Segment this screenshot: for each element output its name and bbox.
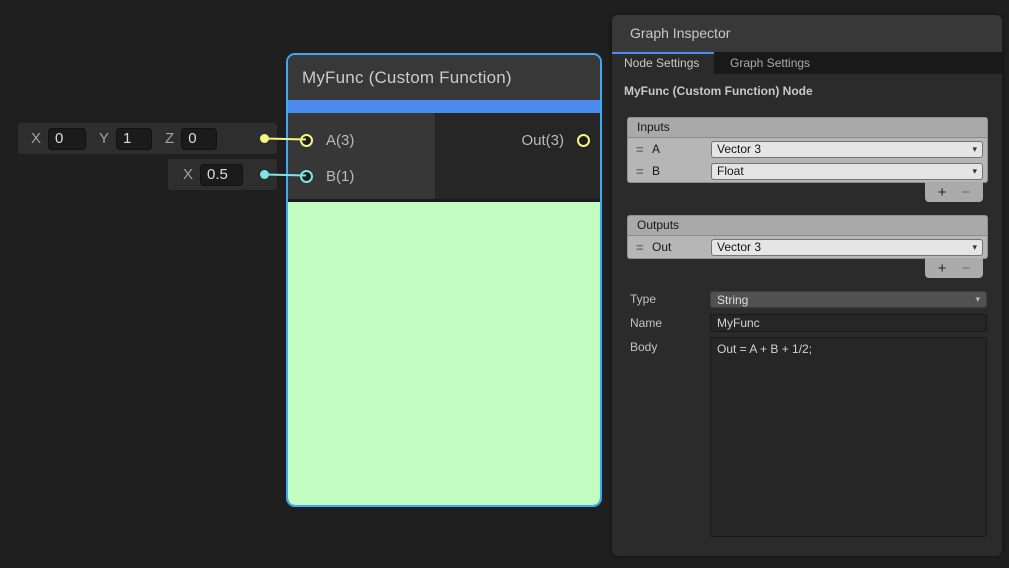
float-value-field[interactable] [200, 164, 243, 186]
tab-graph-settings[interactable]: Graph Settings [714, 52, 826, 74]
port-b-ring-icon[interactable] [300, 170, 313, 183]
custom-function-node[interactable]: MyFunc (Custom Function) A(3) B(1) Out(3… [286, 53, 602, 507]
graph-inspector-title[interactable]: Graph Inspector [612, 15, 1002, 52]
node-output-ports: Out(3) [435, 113, 600, 199]
name-field[interactable] [710, 314, 987, 332]
outputs-list-header: Outputs [628, 216, 987, 236]
port-out-ring-icon[interactable] [577, 134, 590, 147]
input-b-type-dropdown[interactable]: Float ▾ [711, 163, 983, 180]
node-title[interactable]: MyFunc (Custom Function) [288, 55, 600, 100]
input-a-type-dropdown[interactable]: Vector 3 ▾ [711, 141, 983, 158]
body-label: Body [630, 340, 657, 354]
y-axis-label: Y [99, 130, 109, 147]
input-b-name: B [652, 164, 660, 178]
drag-handle-icon[interactable]: = [636, 240, 652, 255]
input-row-a: = A Vector 3 ▾ [628, 138, 987, 160]
z-axis-label: Z [165, 130, 174, 147]
inputs-list-header: Inputs [628, 118, 987, 138]
port-a-ring-icon[interactable] [300, 134, 313, 147]
z-value-field[interactable] [181, 128, 217, 150]
inputs-list-box: Inputs = A Vector 3 ▾ = B Float ▾ [627, 117, 988, 183]
input-a-name: A [652, 142, 660, 156]
chevron-down-icon: ▾ [972, 166, 982, 177]
output-port-out[interactable]: Out(3) [521, 126, 590, 154]
y-value-field[interactable] [116, 128, 152, 150]
chevron-down-icon: ▾ [972, 144, 982, 155]
port-out-label: Out(3) [521, 132, 564, 149]
output-out-name: Out [652, 240, 671, 254]
type-label: Type [630, 292, 656, 306]
drag-handle-icon[interactable]: = [636, 164, 652, 179]
output-out-type-dropdown[interactable]: Vector 3 ▾ [711, 239, 983, 256]
x-value-field[interactable] [48, 128, 86, 150]
vector3-connector-dot-icon[interactable] [260, 134, 269, 143]
type-value: String [711, 293, 748, 307]
node-port-area: A(3) B(1) Out(3) [288, 113, 600, 199]
node-settings-heading: MyFunc (Custom Function) Node [612, 74, 1002, 98]
tab-node-settings[interactable]: Node Settings [612, 52, 714, 74]
add-input-button[interactable]: + [938, 185, 947, 200]
input-b-type-value: Float [712, 164, 744, 178]
outputs-list-box: Outputs = Out Vector 3 ▾ [627, 215, 988, 259]
add-output-button[interactable]: + [938, 261, 947, 276]
float-input-widget: X [168, 159, 277, 190]
node-preview [288, 202, 600, 505]
name-label: Name [630, 316, 662, 330]
remove-input-button[interactable]: − [962, 185, 971, 200]
graph-inspector-panel: Graph Inspector Node Settings Graph Sett… [612, 15, 1002, 556]
outputs-list-footer: + − [925, 258, 983, 278]
body-textarea[interactable]: Out = A + B + 1/2; [710, 337, 987, 537]
output-out-type-value: Vector 3 [712, 240, 761, 254]
chevron-down-icon: ▾ [972, 242, 982, 253]
x-axis-label: X [183, 166, 193, 183]
port-b-label: B(1) [326, 168, 354, 185]
input-row-b: = B Float ▾ [628, 160, 987, 182]
node-accent-bar [288, 100, 600, 113]
inspector-tab-row: Node Settings Graph Settings [612, 52, 1002, 74]
chevron-down-icon: ▾ [975, 294, 986, 305]
remove-output-button[interactable]: − [962, 261, 971, 276]
inputs-list-footer: + − [925, 182, 983, 202]
type-dropdown[interactable]: String ▾ [710, 291, 987, 308]
node-input-ports: A(3) B(1) [288, 113, 435, 199]
output-row-out: = Out Vector 3 ▾ [628, 236, 987, 258]
drag-handle-icon[interactable]: = [636, 142, 652, 157]
port-a-label: A(3) [326, 132, 354, 149]
input-port-a[interactable]: A(3) [300, 126, 354, 154]
x-axis-label: X [31, 130, 41, 147]
input-port-b[interactable]: B(1) [300, 162, 354, 190]
float-connector-dot-icon[interactable] [260, 170, 269, 179]
vector3-input-widget: X Y Z [18, 123, 277, 154]
input-a-type-value: Vector 3 [712, 142, 761, 156]
